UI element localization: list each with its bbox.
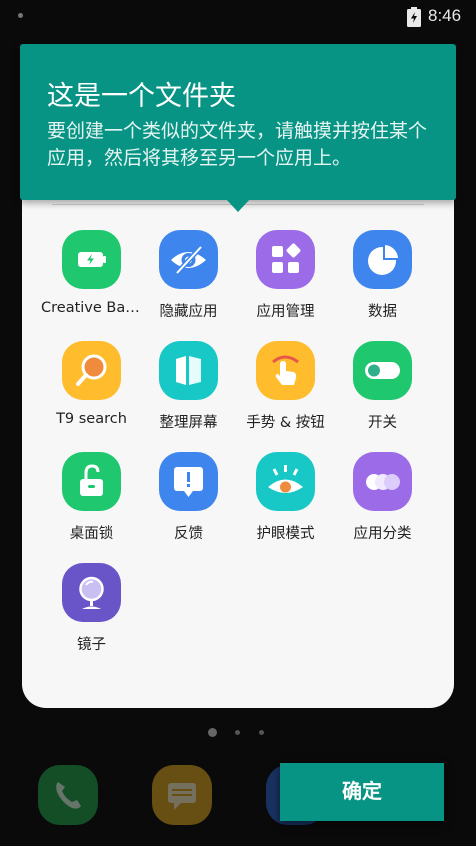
feedback-bubble-icon <box>159 452 218 511</box>
app-switches[interactable]: 开关 <box>334 341 431 451</box>
app-category-icon <box>353 452 412 511</box>
organize-screen-icon <box>159 341 218 400</box>
hidden-eye-icon <box>159 230 218 289</box>
eye-care-icon <box>256 452 315 511</box>
app-mirror[interactable]: 镜子 <box>43 563 140 673</box>
status-time: 8:46 <box>428 6 462 25</box>
confirm-button[interactable]: 确定 <box>280 763 444 821</box>
app-desktop-lock[interactable]: 桌面锁 <box>43 452 140 562</box>
app-label: Creative Batt… <box>41 300 142 316</box>
app-label: 隐藏应用 <box>159 304 218 320</box>
tooltip-arrow <box>225 198 251 212</box>
app-label: 应用管理 <box>256 304 315 320</box>
folder-tooltip: 这是一个文件夹 要创建一个类似的文件夹，请触摸并按住某个应用，然后将其移至另一个… <box>20 44 456 200</box>
app-label: 护眼模式 <box>256 526 315 542</box>
app-data[interactable]: 数据 <box>334 230 431 340</box>
app-label: 镜子 <box>77 637 106 653</box>
app-organize-screen[interactable]: 整理屏幕 <box>140 341 237 451</box>
app-label: 反馈 <box>174 526 203 542</box>
tooltip-title: 这是一个文件夹 <box>47 81 236 112</box>
pie-chart-icon <box>353 230 412 289</box>
app-feedback[interactable]: 反馈 <box>140 452 237 562</box>
toggle-switch-icon <box>353 341 412 400</box>
app-label: 开关 <box>368 415 397 431</box>
app-label: 整理屏幕 <box>159 415 218 431</box>
app-label: T9 search <box>56 411 127 427</box>
unlock-padlock-icon <box>62 452 121 511</box>
battery-charging-icon <box>407 7 421 27</box>
app-label: 应用分类 <box>353 526 412 542</box>
tooltip-body: 要创建一个类似的文件夹，请触摸并按住某个应用，然后将其移至另一个应用上。 <box>47 120 428 169</box>
app-creative-battery[interactable]: Creative Batt… <box>41 230 142 340</box>
messages-app-icon <box>152 765 212 825</box>
app-hidden-apps[interactable]: 隐藏应用 <box>140 230 237 340</box>
gesture-hand-icon <box>256 341 315 400</box>
app-label: 手势 & 按钮 <box>246 415 325 431</box>
phone-app-icon <box>38 765 98 825</box>
app-gestures-buttons[interactable]: 手势 & 按钮 <box>237 341 334 451</box>
app-app-manager[interactable]: 应用管理 <box>237 230 334 340</box>
notification-dot-icon <box>18 13 23 18</box>
app-label: 数据 <box>368 304 397 320</box>
app-app-category[interactable]: 应用分类 <box>334 452 431 562</box>
magnifier-icon <box>62 341 121 400</box>
battery-icon <box>62 230 121 289</box>
mirror-icon <box>62 563 121 622</box>
app-manager-icon <box>256 230 315 289</box>
status-bar: 8:46 <box>0 0 476 34</box>
app-t9-search[interactable]: T9 search <box>43 341 140 451</box>
page-indicator <box>0 728 476 738</box>
app-eye-care[interactable]: 护眼模式 <box>237 452 334 562</box>
app-label: 桌面锁 <box>69 526 114 542</box>
